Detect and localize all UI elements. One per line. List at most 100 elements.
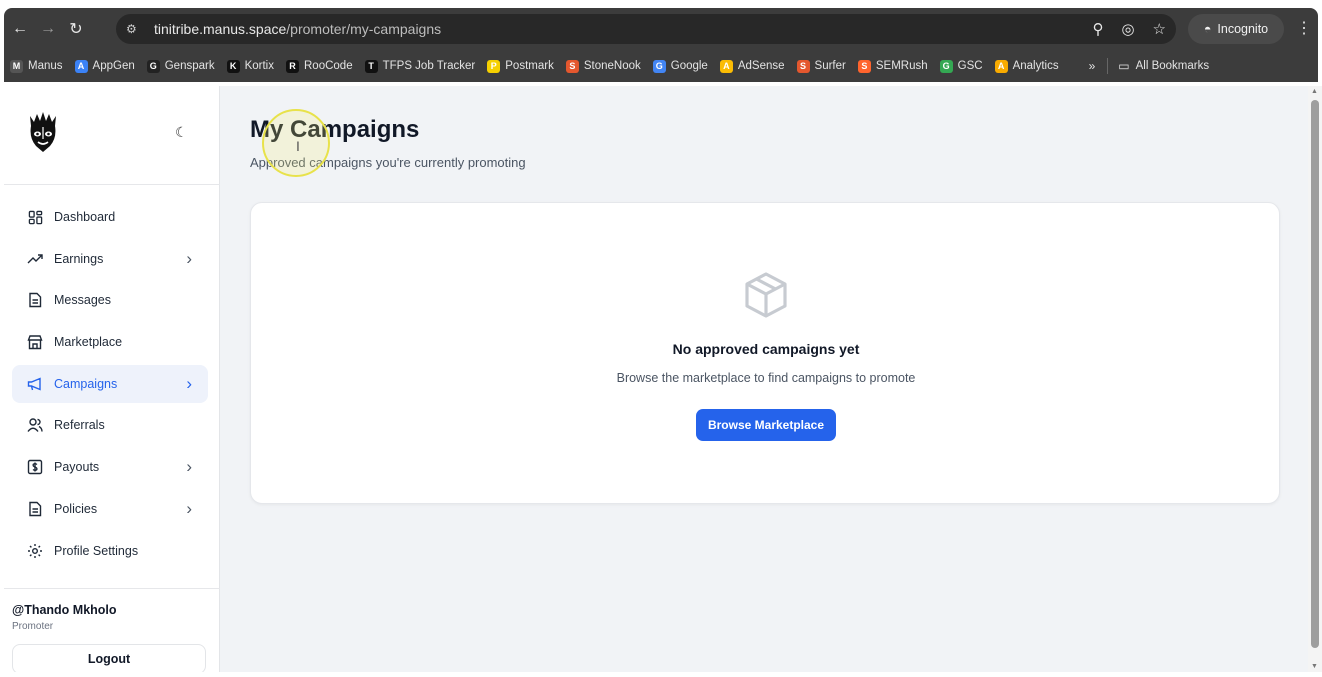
bookmark-label: Kortix	[244, 60, 274, 72]
bookmark-stonenook[interactable]: S StoneNook	[565, 59, 641, 73]
sidebar-item-label: Campaigns	[54, 376, 118, 391]
chevron-right-icon[interactable]: ›	[186, 499, 192, 519]
sidebar-item-payouts[interactable]: Payouts ›	[12, 448, 208, 486]
bookmark-favicon-icon: M	[10, 59, 23, 73]
sidebar-item-earnings[interactable]: Earnings ›	[12, 240, 208, 278]
bookmark-label: Surfer	[814, 60, 846, 72]
bookmark-favicon-icon: G	[146, 59, 160, 73]
all-bookmarks-button[interactable]: ▭ All Bookmarks	[1118, 59, 1209, 73]
site-info-icon[interactable]: ⚙	[126, 22, 148, 36]
bookmark-favicon-icon: G	[652, 59, 666, 73]
scroll-down-icon[interactable]: ▼	[1311, 663, 1318, 670]
tribal-mask-logo-icon[interactable]	[24, 110, 62, 154]
bookmark-favicon-icon: S	[857, 59, 871, 73]
zoom-icon[interactable]: ⚲	[1092, 20, 1103, 38]
bookmark-favicon-icon: T	[364, 59, 378, 73]
moon-icon[interactable]: ☾	[175, 124, 188, 141]
bookmark-label: Genspark	[164, 60, 215, 72]
empty-state-card: No approved campaigns yet Browse the mar…	[250, 202, 1280, 504]
scroll-thumb[interactable]	[1311, 100, 1319, 648]
bookmark-semrush[interactable]: S SEMRush	[857, 59, 928, 73]
main-content: My Campaigns Approved campaigns you're c…	[220, 86, 1308, 672]
bookmark-tfps-job-tracker[interactable]: T TFPS Job Tracker	[364, 59, 475, 73]
bookmark-manus[interactable]: M Manus	[10, 59, 63, 73]
grid-icon	[26, 208, 44, 226]
users-icon	[26, 416, 44, 434]
address-bar[interactable]: ⚙ tinitribe.manus.space/promoter/my-camp…	[116, 14, 1176, 44]
bookmark-roocode[interactable]: R RooCode	[286, 59, 353, 73]
sidebar-divider	[4, 184, 220, 185]
browse-marketplace-button[interactable]: Browse Marketplace	[696, 409, 836, 441]
url-path: /promoter/my-campaigns	[286, 21, 442, 37]
bookmark-label: Postmark	[505, 60, 554, 72]
bookmark-label: Google	[670, 60, 708, 72]
bookmarks-more-button[interactable]: »	[1089, 59, 1096, 73]
sidebar-nav: Dashboard Earnings › Messages Marketplace Cam…	[12, 198, 208, 573]
bookmark-label: Analytics	[1012, 60, 1059, 72]
bookmark-label: StoneNook	[583, 60, 641, 72]
chevron-right-icon[interactable]: ›	[186, 374, 192, 394]
incognito-button[interactable]: ◓ Incognito	[1188, 14, 1284, 44]
back-icon[interactable]: ←	[6, 15, 34, 43]
bookmarks-bar: M Manus A AppGen G Genspark K Kortix R RooCode T TF…	[4, 50, 1318, 82]
chevron-right-icon[interactable]: ›	[186, 249, 192, 269]
logout-button[interactable]: Logout	[12, 644, 206, 672]
sidebar-item-referrals[interactable]: Referrals	[12, 406, 208, 444]
bookmark-appgen[interactable]: A AppGen	[74, 59, 135, 73]
eye-off-icon[interactable]: ◎	[1121, 20, 1134, 38]
sidebar-item-profile-settings[interactable]: Profile Settings	[12, 532, 208, 570]
chevron-right-icon[interactable]: ›	[186, 457, 192, 477]
megaphone-icon	[26, 375, 44, 393]
sidebar: ☾ Dashboard Earnings › Messages Marketplace C…	[4, 86, 220, 672]
bookmark-analytics[interactable]: A Analytics	[994, 59, 1059, 73]
bookmark-label: Manus	[28, 60, 63, 72]
bookmark-postmark[interactable]: P Postmark	[487, 59, 554, 73]
sidebar-item-policies[interactable]: Policies ›	[12, 490, 208, 528]
bookmark-label: AdSense	[737, 60, 785, 72]
text-cursor-icon: I	[296, 138, 300, 154]
bookmark-favicon-icon: R	[286, 59, 299, 73]
sidebar-item-label: Referrals	[54, 418, 105, 433]
sidebar-item-label: Marketplace	[54, 335, 123, 350]
bookmark-adsense[interactable]: A AdSense	[719, 59, 785, 73]
bookmark-favicon-icon: K	[226, 59, 240, 73]
incognito-icon: ◓	[1203, 22, 1212, 36]
forward-icon[interactable]: →	[34, 15, 62, 43]
user-role: Promoter	[12, 621, 54, 632]
bookmark-favicon-icon: A	[74, 59, 88, 73]
bookmark-kortix[interactable]: K Kortix	[226, 59, 274, 73]
bookmark-favicon-icon: S	[565, 59, 579, 73]
sidebar-item-marketplace[interactable]: Marketplace	[12, 323, 208, 361]
sidebar-item-label: Earnings	[54, 251, 104, 266]
store-icon	[26, 333, 44, 351]
user-name: @Thando Mkholo	[12, 603, 117, 617]
gear-icon	[26, 542, 44, 560]
reload-icon[interactable]: ↻	[62, 15, 90, 43]
bookmark-surfer[interactable]: S Surfer	[796, 59, 846, 73]
sidebar-item-messages[interactable]: Messages	[12, 281, 208, 319]
file-text-icon	[26, 291, 44, 309]
sidebar-item-label: Policies	[54, 501, 98, 516]
bookmark-google[interactable]: G Google	[652, 59, 708, 73]
bookmark-genspark[interactable]: G Genspark	[146, 59, 215, 73]
sidebar-item-label: Dashboard	[54, 210, 116, 224]
all-bookmarks-label: All Bookmarks	[1135, 60, 1210, 72]
sidebar-item-campaigns[interactable]: Campaigns ›	[12, 364, 208, 403]
bookmark-gsc[interactable]: G GSC	[939, 59, 983, 73]
bookmark-favicon-icon: A	[719, 59, 733, 73]
scroll-up-icon[interactable]: ▲	[1311, 88, 1318, 95]
url-text: tinitribe.manus.space/promoter/my-campai…	[154, 21, 441, 37]
bookmark-favicon-icon: S	[796, 59, 810, 73]
browser-toolbar: ← → ↻ ⚙ tinitribe.manus.space/promoter/m…	[4, 8, 1318, 50]
sidebar-item-dashboard[interactable]: Dashboard	[12, 198, 208, 236]
page-scrollbar[interactable]: ▲ ▼	[1308, 86, 1322, 672]
app-window: ☾ Dashboard Earnings › Messages Marketplace C…	[4, 86, 1308, 672]
more-menu-icon[interactable]: ⋮	[1296, 18, 1312, 38]
bookmark-favicon-icon: P	[487, 59, 501, 73]
bookmark-favicon-icon: G	[939, 59, 953, 73]
bookmark-label: GSC	[957, 60, 983, 72]
incognito-label: Incognito	[1217, 22, 1269, 36]
dollar-square-icon	[26, 458, 44, 476]
bookmarks-divider	[1107, 58, 1109, 74]
star-icon[interactable]: ☆	[1153, 20, 1166, 38]
